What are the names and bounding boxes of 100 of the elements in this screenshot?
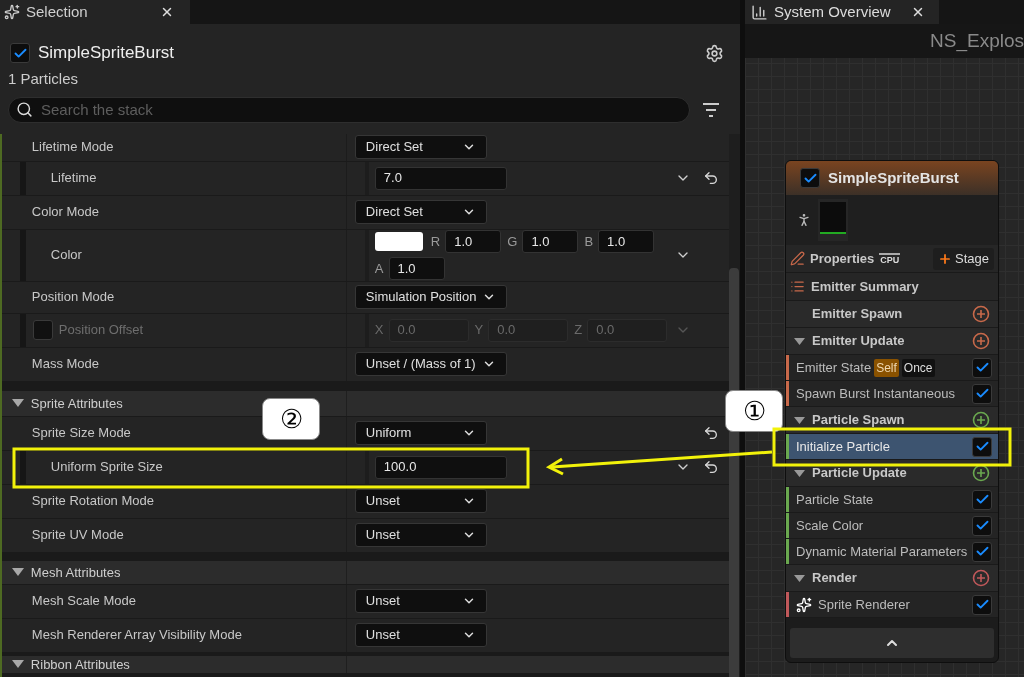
close-icon[interactable] (911, 5, 925, 19)
cpu-badge: CPU (879, 252, 901, 265)
property-label: Mesh Renderer Array Visibility Mode (31, 626, 242, 645)
check-icon (974, 492, 990, 507)
preview-thumbnail (818, 199, 848, 241)
module-row[interactable]: Particle State (786, 487, 998, 513)
reset-icon[interactable] (702, 459, 719, 475)
dropdown[interactable]: Direct Set (354, 135, 487, 159)
checkbox[interactable] (10, 43, 30, 63)
dropdown[interactable]: Unset / (Mass of 1) (354, 352, 507, 376)
number-field[interactable]: 1.0 (598, 230, 655, 253)
stage-title: Emitter Spawn (812, 305, 903, 324)
checkbox[interactable] (972, 515, 992, 536)
checkbox[interactable] (972, 541, 992, 562)
add-icon[interactable] (972, 411, 990, 429)
plus-icon (938, 251, 952, 266)
check-icon (974, 544, 990, 559)
check-icon (974, 518, 990, 533)
property-label: Sprite UV Mode (31, 526, 124, 545)
check-icon (974, 360, 990, 375)
dropdown[interactable]: Unset (354, 523, 487, 547)
checkbox[interactable] (972, 383, 992, 404)
stage-button[interactable]: Stage (933, 247, 994, 270)
number-field[interactable]: 1.0 (445, 230, 502, 253)
filter-icon[interactable] (702, 102, 720, 117)
axis-label: Y (474, 321, 484, 340)
stage-color-bar (786, 434, 789, 459)
module-label: Scale Color (796, 516, 864, 535)
collapse-arrow-icon[interactable] (794, 337, 805, 345)
search-field[interactable]: Search the stack (8, 96, 690, 123)
collapse-arrow-icon[interactable] (11, 568, 24, 576)
dropdown[interactable]: Direct Set (354, 200, 487, 224)
collapse-arrow-icon[interactable] (11, 399, 24, 407)
add-icon[interactable] (972, 464, 990, 482)
close-icon[interactable] (160, 5, 174, 19)
module-row[interactable]: Dynamic Material Parameters (786, 539, 998, 565)
module-label: Spawn Burst Instantaneous (796, 384, 955, 403)
module-label: Sprite Renderer (818, 595, 910, 614)
settings-icon[interactable] (705, 43, 724, 63)
property-label: Color Mode (31, 203, 100, 222)
axis-label: B (584, 232, 594, 251)
checkbox[interactable] (972, 489, 992, 510)
list-icon (790, 279, 805, 294)
color-swatch[interactable] (374, 232, 423, 251)
panel-tab[interactable]: Selection (0, 0, 190, 24)
reset-icon[interactable] (702, 170, 719, 186)
stage-title: Particle Update (812, 464, 907, 483)
graph-canvas[interactable] (745, 24, 1024, 677)
stage-header[interactable]: Emitter Update (786, 328, 998, 355)
module-row[interactable]: Scale Color (786, 513, 998, 539)
section-header[interactable]: Mesh Attributes (1, 560, 729, 585)
collapse-arrow-icon[interactable] (11, 660, 24, 668)
stage-title: Emitter Update (812, 332, 905, 351)
number-field[interactable]: 1.0 (522, 230, 579, 253)
axis-label: A (374, 259, 384, 278)
module-label: Dynamic Material Parameters (796, 542, 968, 561)
number-field[interactable]: 100.0 (374, 455, 507, 479)
callout-label: ① (725, 390, 783, 432)
checkbox[interactable] (800, 168, 820, 188)
properties-label[interactable]: Properties (810, 248, 875, 269)
axis-label: R (430, 232, 441, 251)
module-row[interactable]: Sprite Renderer (786, 592, 998, 618)
stage-header[interactable]: Render (786, 565, 998, 592)
emitter-node[interactable] (785, 160, 999, 663)
number-field[interactable]: 7.0 (374, 166, 507, 190)
stage-color-bar (786, 592, 789, 617)
reset-icon[interactable] (702, 425, 719, 441)
panel-tab[interactable]: System Overview (745, 0, 939, 24)
module-row[interactable]: Spawn Burst Instantaneous (786, 381, 998, 407)
check-icon (974, 439, 990, 454)
dropdown[interactable]: Simulation Position (354, 285, 508, 309)
checkbox[interactable] (972, 357, 992, 378)
particle-count: 1 Particles (8, 69, 80, 89)
module-label: Particle State (796, 490, 874, 509)
dropdown[interactable]: Unset (354, 623, 487, 647)
module-label: Initialize Particle (796, 437, 890, 456)
property-label: Sprite Size Mode (31, 424, 131, 443)
module-row[interactable]: Emitter State Self Once (786, 355, 998, 381)
module-row[interactable]: Initialize Particle (786, 434, 998, 460)
dropdown[interactable]: Unset (354, 589, 487, 613)
property-label: Mesh Scale Mode (31, 592, 136, 611)
section-title: Mesh Attributes (30, 564, 121, 580)
section-header[interactable]: Ribbon Attributes (1, 655, 729, 674)
collapse-arrow-icon[interactable] (794, 416, 805, 424)
dropdown[interactable]: Uniform (354, 421, 487, 445)
property-label: Uniform Sprite Size (50, 458, 163, 477)
check-icon (974, 597, 990, 612)
scrollbar[interactable] (729, 267, 740, 677)
collapse-arrow-icon[interactable] (794, 574, 805, 582)
property-label: Color (50, 246, 82, 265)
tag: Once (901, 358, 935, 377)
dropdown[interactable]: Unset (354, 489, 487, 513)
collapse-arrow-icon[interactable] (794, 469, 805, 477)
person-icon (796, 212, 812, 228)
checkbox[interactable] (972, 436, 992, 457)
checkbox[interactable] (972, 594, 992, 615)
number-field[interactable]: 1.0 (388, 257, 445, 280)
chart-icon (751, 3, 768, 21)
stage-header[interactable]: Emitter Spawn (786, 301, 998, 328)
stage-header[interactable]: Particle Spawn (786, 407, 998, 434)
